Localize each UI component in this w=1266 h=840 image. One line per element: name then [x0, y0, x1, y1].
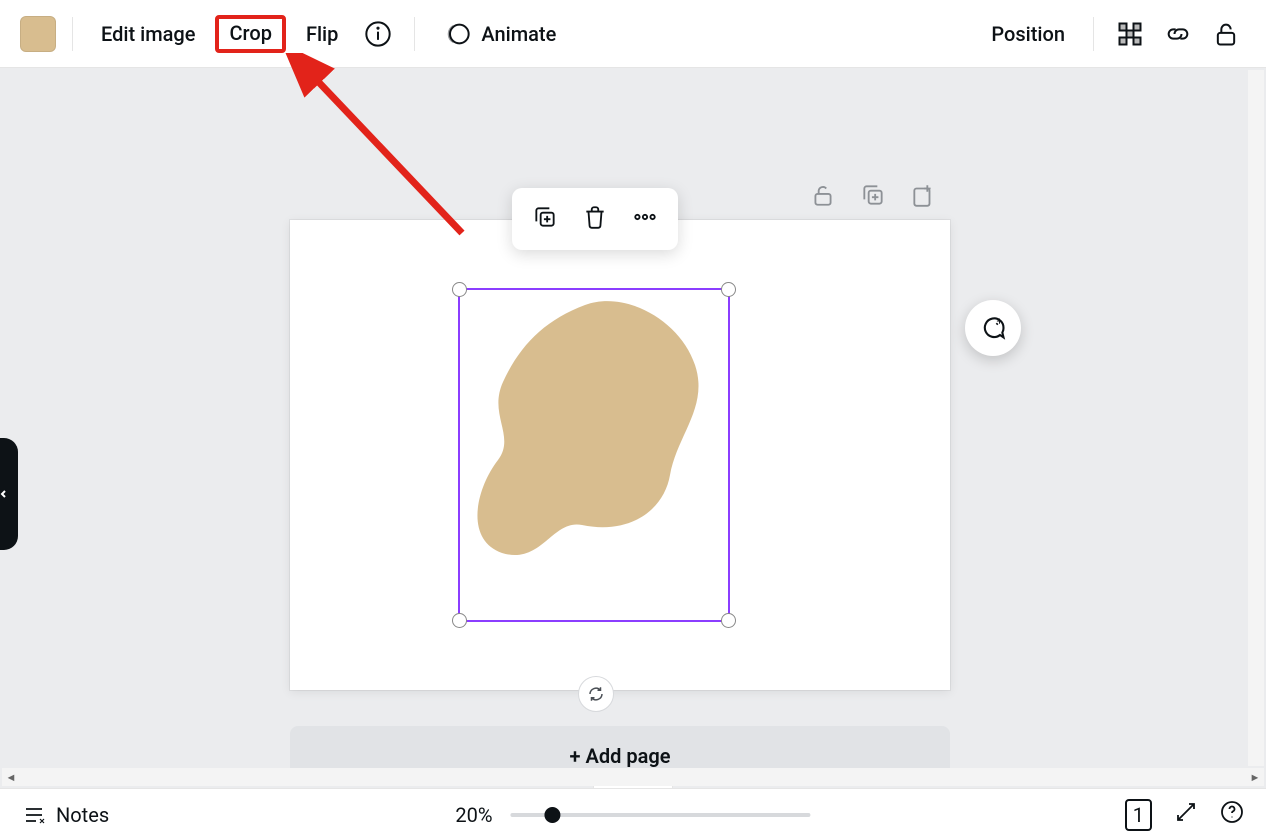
- animate-label: Animate: [481, 22, 556, 46]
- copy-page-icon: [860, 182, 886, 208]
- horizontal-scrollbar[interactable]: ◄ ►: [2, 768, 1264, 786]
- toolbar-divider: [72, 17, 73, 51]
- crop-button[interactable]: Crop: [215, 15, 285, 53]
- help-icon: [1220, 800, 1244, 824]
- info-icon: [364, 20, 392, 48]
- notes-icon: [22, 803, 46, 827]
- fullscreen-button[interactable]: [1174, 800, 1198, 829]
- add-page-icon: [910, 182, 936, 208]
- info-button[interactable]: [358, 14, 398, 54]
- sync-icon: [587, 685, 605, 703]
- resize-handle-tr[interactable]: [721, 282, 736, 297]
- edit-image-button[interactable]: Edit image: [89, 14, 207, 54]
- design-page[interactable]: [290, 220, 950, 690]
- toolbar-divider: [414, 17, 415, 51]
- animate-button[interactable]: Animate: [431, 12, 568, 56]
- editor-toolbar: Edit image Crop Flip Animate Position: [0, 0, 1266, 68]
- comment-icon: +: [979, 314, 1007, 342]
- selection-box[interactable]: [458, 288, 730, 622]
- transparency-button[interactable]: [1110, 14, 1150, 54]
- lock-icon: [1212, 20, 1240, 48]
- comment-fab[interactable]: +: [965, 300, 1021, 356]
- page-controls: [810, 182, 936, 212]
- toolbar-divider: [1093, 17, 1094, 51]
- fullscreen-icon: [1174, 800, 1198, 824]
- duplicate-page-button[interactable]: [860, 182, 886, 212]
- resize-handle-br[interactable]: [721, 613, 736, 628]
- status-bar: Notes 20% 1: [0, 788, 1266, 840]
- add-page-button[interactable]: [910, 182, 936, 212]
- link-button[interactable]: [1158, 14, 1198, 54]
- selection-context-bar: [512, 188, 678, 250]
- zoom-value[interactable]: 20%: [455, 803, 492, 827]
- autoplay-toggle[interactable]: [578, 676, 614, 712]
- zoom-controls: 20%: [455, 803, 810, 827]
- scroll-right-icon: ►: [1246, 768, 1264, 786]
- transparency-icon: [1116, 20, 1144, 48]
- page-count-button[interactable]: 1: [1125, 799, 1152, 831]
- zoom-slider-thumb[interactable]: [545, 807, 561, 823]
- unlock-icon: [810, 182, 836, 208]
- delete-button[interactable]: [572, 194, 618, 244]
- zoom-slider[interactable]: [511, 813, 811, 817]
- more-icon: [632, 204, 658, 230]
- duplicate-icon: [532, 204, 558, 230]
- help-button[interactable]: [1220, 800, 1244, 829]
- fill-color-chip[interactable]: [20, 16, 56, 52]
- more-button[interactable]: [622, 194, 668, 244]
- blob-shape[interactable]: [470, 290, 720, 590]
- svg-text:+: +: [997, 315, 1003, 328]
- position-button[interactable]: Position: [979, 14, 1077, 54]
- notes-button[interactable]: Notes: [22, 803, 109, 827]
- scroll-left-icon: ◄: [2, 768, 20, 786]
- animate-icon: [443, 20, 471, 48]
- trash-icon: [582, 204, 608, 230]
- lock-page-button[interactable]: [810, 182, 836, 212]
- resize-handle-tl[interactable]: [452, 282, 467, 297]
- resize-handle-bl[interactable]: [452, 613, 467, 628]
- canvas-workspace: + + Add page ◄ ►: [0, 68, 1266, 788]
- lock-button[interactable]: [1206, 14, 1246, 54]
- duplicate-button[interactable]: [522, 194, 568, 244]
- page-number: 1: [1133, 803, 1144, 827]
- notes-label: Notes: [56, 803, 109, 827]
- vertical-scrollbar[interactable]: [1248, 70, 1264, 766]
- sidepanel-expand-handle[interactable]: [0, 438, 18, 550]
- link-icon: [1164, 20, 1192, 48]
- chevron-left-icon: [0, 489, 9, 499]
- flip-button[interactable]: Flip: [294, 14, 350, 54]
